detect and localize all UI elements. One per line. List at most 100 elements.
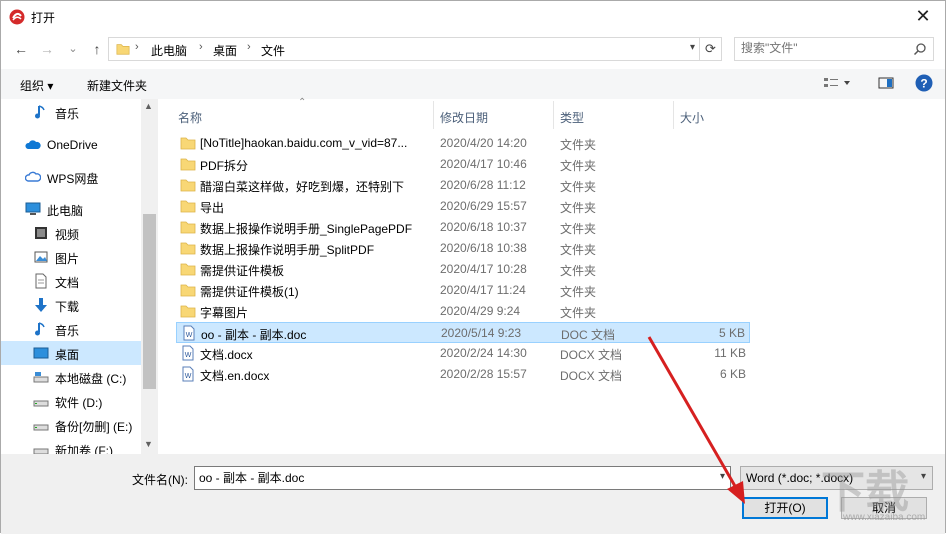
drive-icon — [33, 400, 49, 407]
open-button[interactable]: 打开(O) — [742, 497, 828, 519]
app-logo-icon — [9, 9, 25, 25]
recent-locations-button[interactable]: ⌄ — [63, 39, 83, 59]
file-type: 文件夹 — [560, 159, 597, 173]
nav-item-onedrive[interactable]: OneDrive — [1, 133, 141, 157]
up-button[interactable]: ↑ — [87, 39, 107, 59]
nav-item-label: 文档 — [55, 276, 80, 290]
filename-input[interactable] — [199, 470, 699, 484]
pictures-icon — [34, 251, 48, 263]
file-name: 需提供证件模板(1) — [200, 285, 299, 299]
nav-item-pictures[interactable]: 图片 — [1, 245, 141, 269]
file-type: 文件夹 — [560, 306, 597, 320]
nav-item-label: 下载 — [55, 300, 80, 314]
svg-text:W: W — [185, 352, 192, 359]
nav-item-label: 图片 — [55, 252, 80, 266]
watermark-logo: 下载 www.xiazaiba.com — [821, 456, 941, 526]
view-list-icon — [824, 78, 850, 87]
nav-item-label: WPS网盘 — [47, 172, 99, 186]
column-header-modified[interactable]: 修改日期 — [434, 101, 554, 129]
file-type: 文件夹 — [560, 243, 597, 257]
search-input[interactable] — [741, 41, 901, 55]
breadcrumb-files[interactable]: 文件 — [261, 42, 285, 59]
folder-icon — [180, 179, 196, 192]
preview-pane-button[interactable] — [878, 75, 894, 94]
music-icon — [35, 105, 45, 119]
watermark-url: www.xiazaiba.com — [843, 512, 926, 523]
filename-combobox[interactable]: ▾ — [194, 466, 731, 490]
file-type: 文件夹 — [560, 138, 597, 152]
file-list[interactable]: ⌃ 名称 修改日期 类型 大小 [NoTitle]haokan.baidu.co… — [158, 97, 945, 454]
new-folder-button[interactable]: 新建文件夹 — [87, 77, 147, 94]
window-title: 打开 — [31, 11, 56, 25]
word-document-icon: W — [182, 366, 194, 382]
file-date: 2020/6/29 15:57 — [440, 199, 527, 213]
file-row[interactable]: 导出 2020/6/29 15:57 文件夹 — [176, 196, 750, 217]
folder-icon — [180, 137, 196, 150]
refresh-button[interactable]: ⟳ — [700, 37, 722, 61]
forward-button[interactable]: → — [37, 39, 57, 59]
file-row[interactable]: Woo - 副本 - 副本.doc 2020/5/14 9:23 DOC 文档 5 K… — [176, 322, 750, 343]
search-box[interactable] — [734, 37, 934, 61]
nav-item-this-pc[interactable]: 此电脑 — [1, 197, 141, 221]
navigation-pane[interactable]: 音乐 OneDrive WPS网盘 此电脑 视频 图片 文档 下载 音乐 桌面 … — [1, 99, 157, 454]
file-date: 2020/6/28 11:12 — [440, 178, 526, 192]
address-dropdown-icon[interactable]: ▾ — [690, 42, 695, 53]
file-type: DOCX 文档 — [560, 348, 623, 362]
column-header-name[interactable]: 名称 — [172, 101, 434, 129]
scroll-up-icon[interactable]: ▲ — [144, 101, 153, 111]
open-file-dialog: 打开 ✕ ← → ⌄ ↑ › 此电脑 › 桌面 › 文件 ▾ ⟳ 组织 ▾ 新建… — [0, 0, 946, 534]
help-button[interactable]: ? — [915, 74, 933, 95]
file-type: 文件夹 — [560, 222, 597, 236]
file-date: 2020/4/17 10:46 — [440, 157, 527, 171]
file-row[interactable]: 醋溜白菜这样做，好吃到爆，还特别下 2020/6/28 11:12 文件夹 — [176, 175, 750, 196]
nav-item-drive-d[interactable]: 软件 (D:) — [1, 389, 141, 413]
nav-item-music[interactable]: 音乐 — [1, 317, 141, 341]
back-button[interactable]: ← — [11, 39, 31, 59]
drive-icon — [33, 372, 49, 383]
nav-item-label: 本地磁盘 (C:) — [55, 372, 127, 386]
scroll-down-icon[interactable]: ▼ — [144, 439, 153, 449]
nav-item-downloads[interactable]: 下载 — [1, 293, 141, 317]
breadcrumb-this-pc[interactable]: 此电脑 — [151, 42, 187, 59]
nav-item-drive-f[interactable]: 新加卷 (F:) — [1, 437, 141, 454]
breadcrumb-separator: › — [199, 41, 203, 53]
file-row[interactable]: W 文档.docx 2020/2/24 14:30 DOCX 文档 11 KB — [176, 343, 750, 364]
file-row[interactable]: 数据上报操作说明手册_SinglePagePDF 2020/6/18 10:37 文… — [176, 217, 750, 238]
file-row[interactable]: PDF拆分 2020/4/17 10:46 文件夹 — [176, 154, 750, 175]
column-header-size[interactable]: 大小 — [674, 101, 754, 129]
view-options-button[interactable] — [823, 75, 851, 94]
nav-item-label: 备份[勿删] (E:) — [55, 420, 133, 434]
scrollbar-thumb[interactable] — [143, 214, 156, 389]
search-icon[interactable] — [913, 42, 927, 56]
svg-text:W: W — [185, 373, 192, 380]
drive-icon — [33, 424, 49, 431]
column-header-type[interactable]: 类型 — [554, 101, 674, 129]
file-date: 2020/2/28 15:57 — [440, 367, 527, 381]
file-row[interactable]: 字幕图片 2020/4/29 9:24 文件夹 — [176, 301, 750, 322]
file-row[interactable]: W 文档.en.docx 2020/2/28 15:57 DOCX 文档 6 KB — [176, 364, 750, 385]
file-name: [NoTitle]haokan.baidu.com_v_vid=87... — [200, 136, 408, 150]
nav-item-label: 软件 (D:) — [55, 396, 103, 410]
file-row[interactable]: 数据上报操作说明手册_SplitPDF 2020/6/18 10:38 文件夹 — [176, 238, 750, 259]
file-date: 2020/2/24 14:30 — [440, 346, 527, 360]
file-name: 字幕图片 — [200, 306, 249, 320]
address-bar[interactable]: › 此电脑 › 桌面 › 文件 ▾ — [108, 37, 700, 61]
close-button[interactable]: ✕ — [911, 5, 935, 29]
breadcrumb-desktop[interactable]: 桌面 — [213, 42, 237, 59]
file-row[interactable]: [NoTitle]haokan.baidu.com_v_vid=87... 202… — [176, 133, 750, 154]
nav-item-music-quick[interactable]: 音乐 — [1, 100, 141, 124]
nav-item-drive-c[interactable]: 本地磁盘 (C:) — [1, 365, 141, 389]
nav-item-drive-e[interactable]: 备份[勿删] (E:) — [1, 413, 141, 437]
column-header-label: 大小 — [680, 111, 705, 125]
nav-item-wps-cloud[interactable]: WPS网盘 — [1, 165, 141, 189]
nav-item-desktop[interactable]: 桌面 — [1, 341, 141, 365]
nav-item-documents[interactable]: 文档 — [1, 269, 141, 293]
chevron-down-icon[interactable]: ▾ — [720, 471, 725, 482]
computer-icon — [25, 202, 41, 215]
file-row[interactable]: 需提供证件模板 2020/4/17 10:28 文件夹 — [176, 259, 750, 280]
breadcrumb-separator: › — [247, 41, 251, 53]
file-row[interactable]: 需提供证件模板(1) 2020/4/17 11:24 文件夹 — [176, 280, 750, 301]
nav-item-videos[interactable]: 视频 — [1, 221, 141, 245]
organize-button[interactable]: 组织 ▾ — [20, 77, 53, 94]
navigation-scrollbar[interactable]: ▲ ▼ — [141, 99, 158, 454]
